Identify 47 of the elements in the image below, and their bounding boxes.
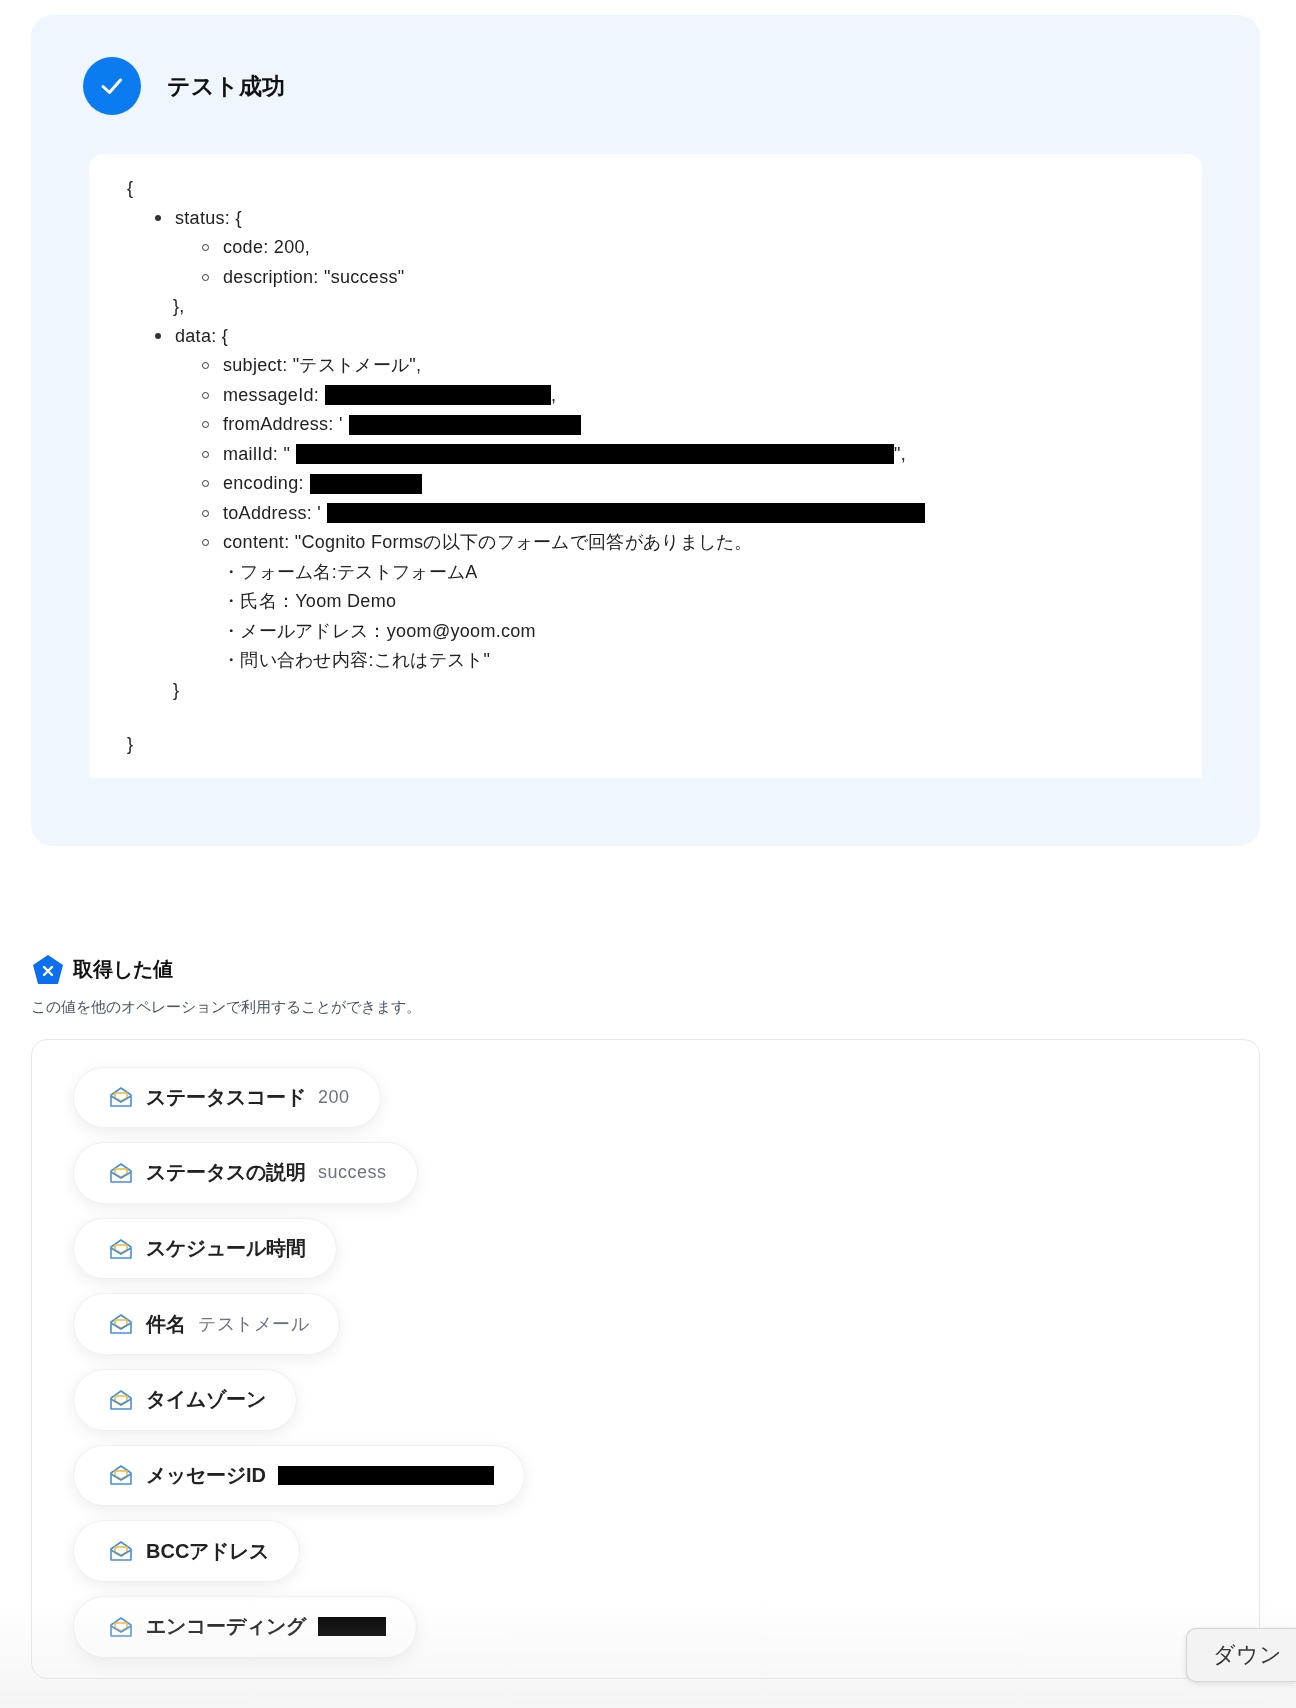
download-button[interactable]: ダウン xyxy=(1186,1628,1296,1682)
code-text: messageId: xyxy=(223,383,320,407)
value-chip[interactable]: ステータスの説明 success xyxy=(73,1142,418,1204)
chip-label: タイムゾーン xyxy=(146,1387,266,1413)
code-text: } xyxy=(127,733,134,756)
section-title: 取得した値 xyxy=(73,957,173,982)
code-text: , xyxy=(551,383,557,407)
code-text: ・問い合わせ内容:これはテスト" xyxy=(222,649,491,672)
code-text: mailId: " xyxy=(223,442,291,466)
bullet-icon xyxy=(155,215,161,222)
chip-value: テストメール xyxy=(198,1313,309,1337)
bullet-icon xyxy=(155,333,161,340)
value-chip[interactable]: エンコーディング xyxy=(73,1595,417,1658)
chip-label: スケジュール時間 xyxy=(146,1236,306,1262)
code-text: { xyxy=(127,177,134,200)
value-chip[interactable]: メッセージID xyxy=(73,1444,525,1507)
yoom-logo-icon xyxy=(31,953,65,986)
code-text: status: { xyxy=(175,206,242,230)
value-chip[interactable]: ステータスコード 200 xyxy=(73,1066,381,1129)
value-chip[interactable]: タイムゾーン xyxy=(73,1369,297,1431)
code-text: ・氏名：Yoom Demo xyxy=(222,590,397,613)
code-text: fromAddress: ' xyxy=(223,413,343,436)
code-text: data: { xyxy=(175,324,229,348)
code-text: toAddress: ' xyxy=(223,501,322,525)
code-text: }, xyxy=(173,295,185,318)
value-chip[interactable]: 件名 テストメール xyxy=(73,1293,340,1355)
code-text: code: 200, xyxy=(223,236,311,259)
chip-label: BCCアドレス xyxy=(146,1538,270,1564)
chip-value: 200 xyxy=(318,1086,350,1108)
chip-value: success xyxy=(318,1162,387,1184)
value-chip[interactable]: スケジュール時間 xyxy=(73,1217,337,1280)
chip-label: ステータスコード xyxy=(146,1084,306,1110)
section-description: この値を他のオペレーションで利用することができます。 xyxy=(31,997,422,1017)
value-chip[interactable]: BCCアドレス xyxy=(73,1520,301,1582)
chip-label: メッセージID xyxy=(146,1462,266,1488)
code-text: ・メールアドレス：yoom@yoom.com xyxy=(222,619,536,643)
chip-label: 件名 xyxy=(146,1311,186,1337)
result-title: テスト成功 xyxy=(167,71,285,101)
code-text: content: "Cognito Formsの以下のフォームで回答がありました。 xyxy=(223,531,753,554)
code-text: ", xyxy=(894,442,907,466)
chip-label: ステータスの説明 xyxy=(146,1160,306,1186)
code-text: ・フォーム名:テストフォームA xyxy=(222,560,478,584)
chip-label: エンコーディング xyxy=(146,1614,306,1640)
code-text: description: "success" xyxy=(223,265,405,289)
code-text: encoding: xyxy=(223,472,304,495)
code-text: subject: "テストメール", xyxy=(223,354,422,377)
code-text: } xyxy=(173,678,180,702)
